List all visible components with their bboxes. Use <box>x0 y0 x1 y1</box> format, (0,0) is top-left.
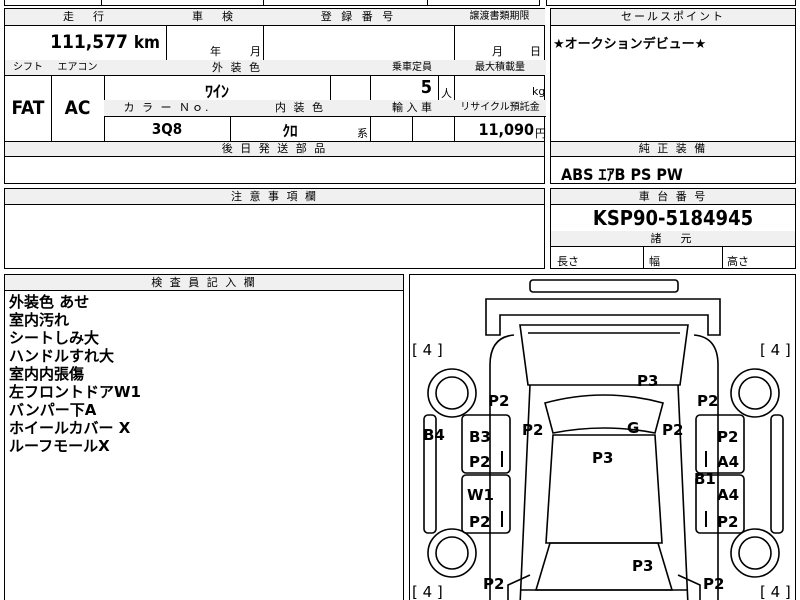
later-parts-box: 後 日 発 送 部 品 <box>4 141 545 184</box>
aircon-value: AC <box>64 97 91 119</box>
genuine-equipment-header: 純 正 装 備 <box>551 142 795 157</box>
transfer-deadline-header: 譲渡書類期限 <box>454 9 545 25</box>
notes-header: 注 意 事 項 欄 <box>5 189 544 205</box>
capacity-unit: 人 <box>441 87 452 100</box>
damage-mark-roof: P3 <box>592 449 614 467</box>
damage-mark-left-rear-door-p: P2 <box>469 513 491 531</box>
shift-header: シフト <box>5 60 51 75</box>
remark-line: ハンドルすれ大 <box>9 347 115 365</box>
color-no-value: 3Q8 <box>151 120 183 138</box>
tire-mark-front-right: [ 4 ] <box>760 341 791 359</box>
notes-box: 注 意 事 項 欄 <box>4 188 545 269</box>
damage-mark-right-rear-door-p: P2 <box>717 513 739 531</box>
dimension-width-label: 幅 <box>649 255 660 268</box>
inspector-header: 検 査 員 記 入 欄 <box>5 275 403 291</box>
exterior-color-value: ﾜｲﾝ <box>204 82 229 101</box>
remark-line: 左フロントドアW1 <box>9 383 141 401</box>
damage-mark-right-center: B1 <box>694 470 716 488</box>
remark-line: ホイールカバー X <box>9 419 131 437</box>
remark-line: 室内内張傷 <box>9 365 85 383</box>
chassis-value: KSP90-5184945 <box>592 206 754 230</box>
top-strip-right <box>546 0 796 6</box>
sales-point-text: ★オークションデビュー★ <box>553 37 707 52</box>
registration-header: 登 録 番 号 <box>263 9 454 25</box>
transfer-month-unit: 月 <box>492 45 503 58</box>
interior-color-suffix: 系 <box>357 127 368 140</box>
sales-point-header: セールスポイント <box>551 9 795 26</box>
genuine-equipment-value: ABS ｴｱB PS PW <box>561 165 683 184</box>
damage-mark-right-front-door: P2 <box>717 428 739 446</box>
damage-mark-right-rear-door-a: A4 <box>717 486 740 504</box>
damage-mark-rear-left-fender: P2 <box>483 575 505 593</box>
remark-line: バンパー下A <box>9 401 97 419</box>
tire-mark-front-left: [ 4 ] <box>412 341 443 359</box>
dimensions-header: 諸 元 <box>551 231 795 247</box>
genuine-equipment-box: 純 正 装 備 ABS ｴｱB PS PW <box>550 141 796 184</box>
recycle-value: 11,090 <box>478 120 534 139</box>
damage-mark-left-front-door-p: P2 <box>469 453 491 471</box>
transfer-day-unit: 日 <box>530 45 541 58</box>
shift-value: FAT <box>11 97 45 119</box>
capacity-value: 5 <box>420 77 432 98</box>
damage-mark-left-front-door-b: B3 <box>469 428 491 446</box>
later-parts-header: 後 日 発 送 部 品 <box>5 142 544 157</box>
remark-line: 外装色 あせ <box>9 293 90 311</box>
car-diagram-box: [ 4 ] [ 4 ] [ 4 ] [ 4 ] P3 P2 P2 B4 B3 P… <box>409 274 796 600</box>
color-no-header: カ ラ ー Ｎｏ. <box>104 100 230 116</box>
vehicle-info-table: 走 行 車 検 登 録 番 号 譲渡書類期限 111,577 km 年 月 月 … <box>4 8 546 143</box>
mileage-header: 走 行 <box>5 9 166 25</box>
top-strip <box>4 0 540 6</box>
damage-mark-right-pillar: P2 <box>662 421 684 439</box>
sales-point-box: セールスポイント ★オークションデビュー★ <box>550 8 796 142</box>
remark-line: 室内汚れ <box>9 311 70 329</box>
damage-mark-left-sill: B4 <box>423 426 445 444</box>
max-load-unit: kg <box>532 85 546 98</box>
exterior-color-header: 外 装 色 <box>104 60 370 75</box>
capacity-header: 乗車定員 <box>370 60 454 75</box>
recycle-header: リサイクル預託金 <box>454 100 546 116</box>
tire-mark-rear-right: [ 4 ] <box>760 583 791 600</box>
damage-mark-right-front-door-a: A4 <box>717 453 740 471</box>
inspector-remarks: 外装色 あせ 室内汚れ シートしみ大 ハンドルすれ大 室内内張傷 左フロントドア… <box>9 293 141 455</box>
damage-mark-glass: G <box>627 419 640 437</box>
damage-mark-trunk: P3 <box>632 557 654 575</box>
remark-line: シートしみ大 <box>9 329 100 347</box>
max-load-header: 最大積載量 <box>454 60 546 75</box>
damage-mark-hood: P3 <box>637 372 659 390</box>
interior-color-value: ｸﾛ <box>282 122 298 140</box>
dimension-height-label: 高さ <box>727 255 749 268</box>
chassis-header: 車 台 番 号 <box>551 189 795 205</box>
interior-color-header: 内 装 色 <box>230 100 370 116</box>
chassis-box: 車 台 番 号 KSP90-5184945 諸 元 長さ 幅 高さ <box>550 188 796 269</box>
recycle-unit: 円 <box>535 127 546 140</box>
inspection-month-unit: 月 <box>250 45 261 58</box>
import-header: 輸 入 車 <box>370 100 454 116</box>
damage-mark-left-pillar: P2 <box>522 421 544 439</box>
inspection-year-unit: 年 <box>210 45 221 58</box>
damage-mark-front-left-fender: P2 <box>488 392 510 410</box>
tire-mark-rear-left: [ 4 ] <box>412 583 443 600</box>
dimension-length-label: 長さ <box>557 255 579 268</box>
damage-mark-front-right-fender: P2 <box>697 392 719 410</box>
damage-mark-left-rear-door-w: W1 <box>467 486 494 504</box>
mileage-value: 111,577 km <box>50 31 160 53</box>
inspection-header: 車 検 <box>166 9 263 25</box>
inspector-box: 検 査 員 記 入 欄 外装色 あせ 室内汚れ シートしみ大 ハンドルすれ大 室… <box>4 274 404 600</box>
damage-mark-rear-right-fender: P2 <box>703 575 725 593</box>
remark-line: ルーフモールX <box>9 437 110 455</box>
aircon-header: エアコン <box>51 60 104 75</box>
